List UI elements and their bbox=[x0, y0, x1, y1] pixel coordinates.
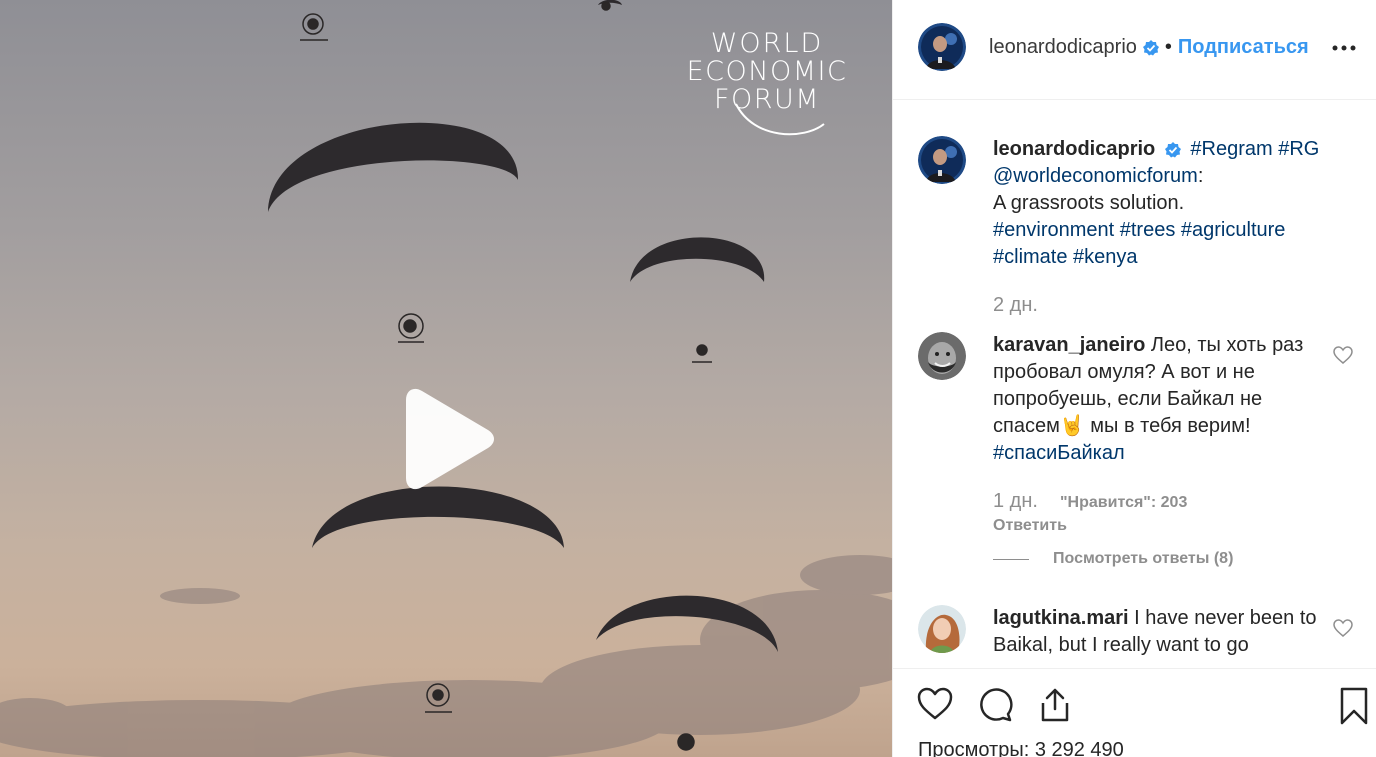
hashtag-link[interactable]: #спасиБайкал bbox=[993, 442, 1125, 464]
author-avatar[interactable] bbox=[918, 23, 966, 71]
bookmark-icon[interactable] bbox=[1339, 687, 1369, 725]
caption-meta: 2 дн. bbox=[993, 294, 1060, 317]
share-icon[interactable] bbox=[1037, 687, 1073, 723]
wef-logo-line2: ECONOMIC bbox=[686, 56, 848, 87]
hashtag-link[interactable]: #kenya bbox=[1073, 246, 1138, 268]
wef-logo-line1: WORLD bbox=[710, 28, 824, 59]
view-replies-line bbox=[993, 558, 1029, 560]
post-actions-bar: Просмотры: 3 292 490 bbox=[893, 668, 1376, 757]
follow-button[interactable]: Подписаться bbox=[1178, 36, 1309, 59]
view-count[interactable]: Просмотры: 3 292 490 bbox=[918, 739, 1124, 757]
hashtag-link[interactable]: #climate bbox=[993, 246, 1067, 268]
hashtag-link[interactable]: #agriculture bbox=[1181, 219, 1286, 241]
reply-button[interactable]: Ответить bbox=[993, 517, 1067, 535]
verified-badge-icon bbox=[1142, 39, 1159, 55]
verified-badge-icon bbox=[1164, 141, 1181, 158]
caption-author-avatar[interactable] bbox=[918, 136, 966, 184]
comment-like-count[interactable]: "Нравится": 203 bbox=[1060, 494, 1187, 511]
caption-text: leonardodicaprio #Regram #RG @worldecono… bbox=[993, 136, 1333, 271]
post-header: leonardodicaprio • Подписаться bbox=[893, 0, 1376, 100]
hashtag-link[interactable]: #Regram bbox=[1190, 138, 1272, 160]
mention-suffix: : bbox=[1197, 165, 1204, 187]
heart-icon[interactable] bbox=[917, 687, 953, 721]
commenter-avatar[interactable] bbox=[918, 332, 966, 380]
view-replies-button[interactable]: Посмотреть ответы (8) bbox=[993, 550, 1233, 568]
comment-like-heart-icon[interactable] bbox=[1333, 346, 1353, 364]
caption-username[interactable]: leonardodicaprio bbox=[993, 138, 1155, 160]
more-options-icon[interactable] bbox=[1331, 36, 1357, 60]
comment-like-heart-icon[interactable] bbox=[1333, 619, 1353, 637]
caption-sentence: A grassroots solution. bbox=[993, 192, 1185, 214]
comment-text: karavan_janeiro Лео, ты хоть раз пробова… bbox=[993, 332, 1333, 467]
hashtag-link[interactable]: #trees bbox=[1120, 219, 1176, 241]
hashtag-link[interactable]: #RG bbox=[1278, 138, 1319, 160]
header-username[interactable]: leonardodicaprio bbox=[989, 36, 1137, 59]
view-replies-label: Посмотреть ответы (8) bbox=[1053, 550, 1234, 567]
comment-icon[interactable] bbox=[977, 687, 1013, 723]
post-side-panel: leonardodicaprio • Подписаться leonardod… bbox=[892, 0, 1376, 757]
caption-timestamp[interactable]: 2 дн. bbox=[993, 294, 1038, 316]
comment-meta: 1 дн. "Нравится": 203 bbox=[993, 490, 1187, 513]
header-user-line: leonardodicaprio • Подписаться bbox=[989, 36, 1309, 59]
wef-logo-arc bbox=[735, 103, 825, 136]
header-separator: • bbox=[1164, 36, 1172, 58]
wef-logo-overlay: WORLD ECONOMIC FORUM bbox=[672, 30, 862, 142]
comments-list[interactable]: leonardodicaprio #Regram #RG @worldecono… bbox=[893, 101, 1376, 667]
video-player[interactable]: WORLD ECONOMIC FORUM bbox=[0, 0, 892, 757]
commenter-avatar[interactable] bbox=[918, 605, 966, 653]
rock-hand-emoji: 🤘 bbox=[1059, 415, 1085, 437]
play-icon[interactable] bbox=[396, 388, 498, 490]
comment-username[interactable]: karavan_janeiro bbox=[993, 334, 1145, 356]
comment-text-part2: мы в тебя верим! bbox=[1084, 415, 1251, 437]
comment-timestamp[interactable]: 1 дн. bbox=[993, 490, 1038, 512]
mention-link[interactable]: @worldeconomicforum bbox=[993, 165, 1198, 187]
comment-text: lagutkina.mari I have never been to Baik… bbox=[993, 605, 1333, 659]
comment-username[interactable]: lagutkina.mari bbox=[993, 607, 1129, 629]
hashtag-link[interactable]: #environment bbox=[993, 219, 1114, 241]
